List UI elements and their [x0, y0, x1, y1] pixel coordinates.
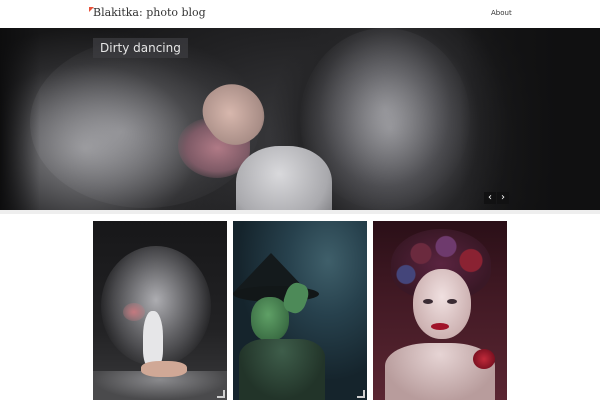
- photo-eye: [447, 299, 457, 304]
- slide-caption: Dirty dancing: [93, 38, 188, 58]
- photo-legs: [141, 361, 187, 377]
- photo-lips: [431, 323, 449, 330]
- expand-icon[interactable]: [217, 390, 225, 398]
- site-header: Blakitka: photo blog About: [0, 0, 600, 28]
- photo-hair: [123, 303, 145, 321]
- expand-icon[interactable]: [357, 390, 365, 398]
- photo-eye: [423, 299, 433, 304]
- section-divider: [0, 210, 600, 214]
- photo-figure: [239, 339, 325, 400]
- photo-figure: [143, 311, 163, 367]
- gallery-photo-witch[interactable]: [233, 221, 367, 400]
- hero-vignette: [0, 28, 40, 210]
- nav-link-about[interactable]: About: [491, 9, 512, 17]
- site-title[interactable]: Blakitka: photo blog: [93, 6, 206, 19]
- hero-slider: [0, 28, 600, 210]
- gallery-photo-dancer[interactable]: [93, 221, 227, 400]
- hero-vignette: [460, 28, 600, 210]
- gallery-photo-flower-crown[interactable]: [373, 221, 507, 400]
- photo-rose: [473, 349, 495, 369]
- hero-body: [236, 146, 332, 210]
- chevron-left-icon[interactable]: ‹: [484, 192, 496, 204]
- chevron-right-icon[interactable]: ›: [497, 192, 509, 204]
